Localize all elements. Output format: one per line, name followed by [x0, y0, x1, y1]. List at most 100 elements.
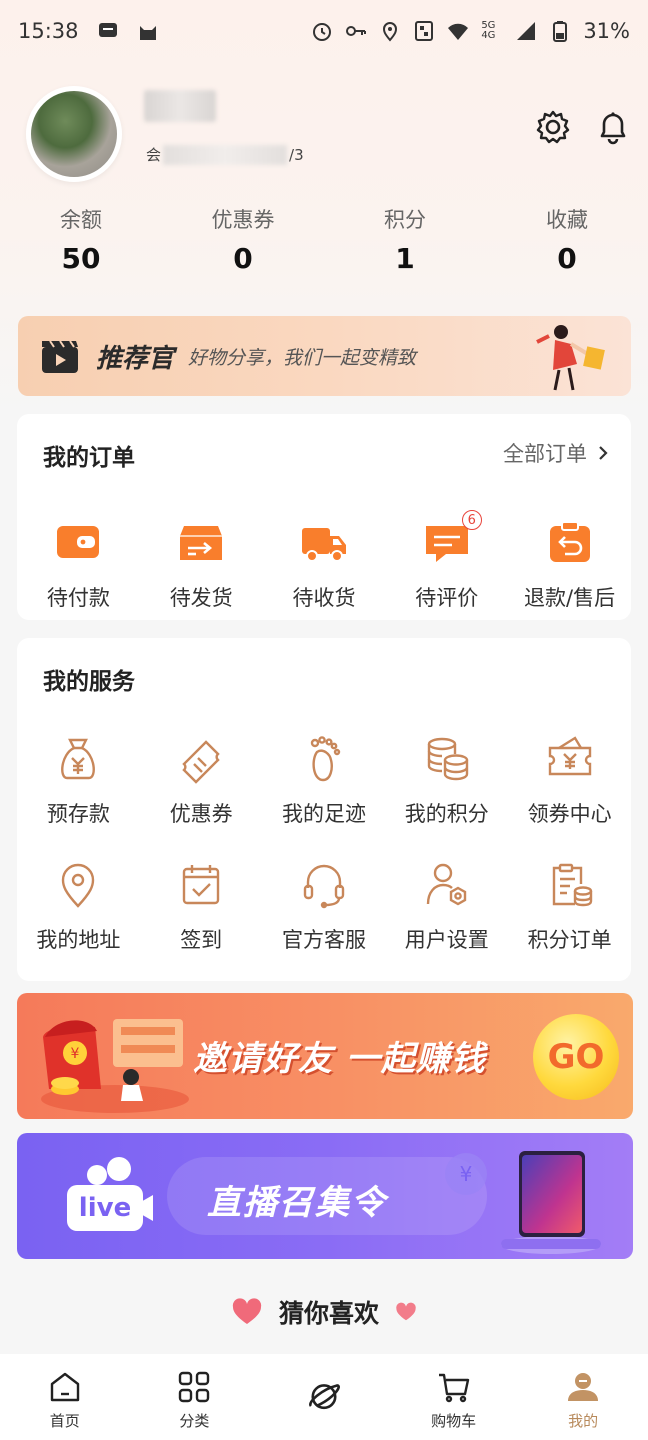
- key-icon: [346, 26, 367, 36]
- signal-icon: [517, 22, 536, 40]
- location-status-icon: [383, 22, 398, 42]
- red-envelope-illustration: ¥: [41, 1019, 189, 1113]
- network-type: 5G 4G: [481, 20, 496, 41]
- avatar[interactable]: [26, 86, 122, 182]
- account-stats: 余额 50 优惠券 0 积分 1 收藏 0: [0, 204, 648, 275]
- tab-mine[interactable]: 我的: [518, 1354, 648, 1440]
- coupon-icon: [182, 740, 220, 784]
- footprint-icon: [310, 736, 341, 782]
- heart-small-icon: [396, 1302, 416, 1321]
- nfc-icon: [415, 21, 434, 41]
- order-label: 待收货: [292, 586, 356, 610]
- camera-lens-icon: [139, 1195, 153, 1221]
- service-address[interactable]: 我的地址: [17, 860, 140, 954]
- orders-card: 我的订单 全部订单 待付款 待发货 待收货 6 待评价 退款/售后: [17, 414, 631, 620]
- bottom-tab-bar: 首页 分类 购物车 我的: [0, 1354, 648, 1440]
- tab-label: 分类: [179, 1412, 210, 1430]
- orders-title: 我的订单: [43, 445, 135, 471]
- service-label: 优惠券: [169, 802, 233, 826]
- stat-label: 优惠券: [211, 208, 275, 232]
- stat-label: 积分: [384, 208, 426, 232]
- service-footprint[interactable]: 我的足迹: [263, 734, 386, 828]
- service-coupon-center[interactable]: 领券中心: [508, 734, 631, 828]
- gear-icon[interactable]: [534, 108, 572, 146]
- service-label: 官方客服: [281, 928, 366, 952]
- home-icon: [50, 1372, 79, 1402]
- order-pending-shipment[interactable]: 待发货: [140, 518, 263, 612]
- live-label: live: [67, 1185, 143, 1231]
- recommend-subtitle: 好物分享，我们一起变精致: [188, 346, 417, 369]
- services-row-2: 我的地址 签到 官方客服 用户设置 积分订单: [17, 860, 631, 954]
- headset-icon: [303, 864, 345, 909]
- refund-icon: [549, 521, 590, 562]
- coupon-center-icon: [548, 736, 591, 776]
- service-coupons[interactable]: 优惠券: [140, 734, 263, 828]
- service-prepaid[interactable]: 预存款: [17, 734, 140, 828]
- tab-category[interactable]: 分类: [130, 1354, 260, 1440]
- service-points[interactable]: 我的积分: [385, 734, 508, 828]
- all-orders-link[interactable]: 全部订单: [503, 438, 609, 468]
- grid-icon: [179, 1371, 210, 1403]
- stat-balance[interactable]: 余额 50: [0, 204, 162, 275]
- status-bar: 15:38 5G 4G 31%: [0, 0, 648, 62]
- stat-label: 收藏: [546, 208, 588, 232]
- service-label: 用户设置: [404, 928, 489, 952]
- smartphone-illustration: [501, 1151, 601, 1254]
- service-label: 积分订单: [527, 928, 612, 952]
- battery-level: 31%: [583, 19, 630, 43]
- service-label: 我的积分: [404, 802, 489, 826]
- order-pending-review[interactable]: 6 待评价: [385, 510, 508, 612]
- service-label: 领券中心: [527, 802, 612, 826]
- comment-icon-wrapper: 6: [422, 510, 482, 568]
- guess-title: 猜你喜欢: [278, 1299, 379, 1328]
- bell-icon[interactable]: [594, 108, 632, 146]
- service-user-settings[interactable]: 用户设置: [385, 860, 508, 954]
- service-points-orders[interactable]: 积分订单: [508, 860, 631, 954]
- order-refund[interactable]: 退款/售后: [508, 518, 631, 612]
- coin-icon: ¥: [445, 1153, 487, 1195]
- profile-icon: [568, 1373, 599, 1401]
- alarm-icon: [313, 23, 332, 41]
- recommend-banner[interactable]: 推荐官 好物分享，我们一起变精致: [18, 316, 631, 396]
- go-button[interactable]: GO: [533, 1014, 619, 1100]
- location-icon: [62, 863, 95, 908]
- chevron-right-icon: [599, 446, 608, 460]
- tab-label: 购物车: [431, 1412, 477, 1430]
- order-label: 待付款: [46, 586, 110, 610]
- service-customer-support[interactable]: 官方客服: [263, 860, 386, 954]
- invite-friends-banner[interactable]: ¥ 邀请好友 一起赚钱 GO: [17, 993, 633, 1119]
- coins-icon: [427, 737, 468, 781]
- live-broadcast-banner[interactable]: live 直播召集令 ¥: [17, 1133, 633, 1259]
- service-label: 签到: [180, 928, 223, 952]
- tab-home[interactable]: 首页: [0, 1354, 130, 1440]
- order-label: 待评价: [415, 586, 479, 610]
- order-pending-payment[interactable]: 待付款: [17, 518, 140, 612]
- services-card: 我的服务 预存款 优惠券 我的足迹 我的积分 领券中心 我的地址 签到 官方客服…: [17, 638, 631, 981]
- stat-value: 1: [395, 242, 415, 275]
- wallet-icon: [57, 526, 100, 558]
- user-settings-icon: [426, 863, 466, 906]
- status-time: 15:38: [18, 19, 79, 43]
- tab-discover[interactable]: [259, 1354, 389, 1440]
- member-blurred: [163, 144, 288, 165]
- stat-points[interactable]: 积分 1: [324, 204, 486, 275]
- service-checkin[interactable]: 签到: [140, 860, 263, 954]
- order-label: 待发货: [169, 586, 233, 610]
- review-count-badge: 6: [461, 510, 482, 530]
- service-label: 我的足迹: [281, 802, 366, 826]
- services-title: 我的服务: [43, 669, 135, 695]
- order-pending-receipt[interactable]: 待收货: [263, 518, 386, 612]
- calendar-check-icon: [182, 865, 220, 905]
- tab-label: 我的: [568, 1412, 599, 1430]
- stat-coupons[interactable]: 优惠券 0: [162, 204, 324, 275]
- tab-cart[interactable]: 购物车: [389, 1354, 519, 1440]
- recommend-title: 推荐官: [96, 343, 175, 374]
- planet-icon: [309, 1384, 340, 1410]
- message-icon: [98, 23, 117, 37]
- stat-favorites[interactable]: 收藏 0: [486, 204, 648, 275]
- order-label: 退款/售后: [524, 586, 616, 610]
- live-text: 直播召集令: [207, 1183, 387, 1223]
- stat-value: 0: [557, 242, 577, 275]
- camera-dots-icon: [87, 1157, 131, 1185]
- points-order-icon: [552, 863, 592, 907]
